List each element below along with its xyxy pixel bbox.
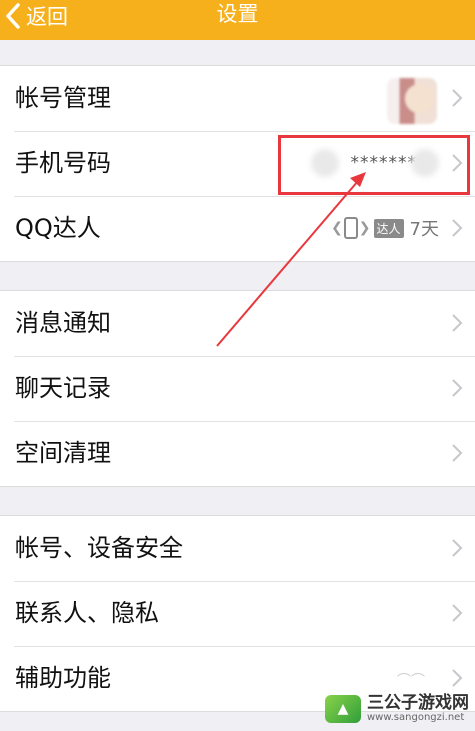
watermark-url: www.sangongzi.net	[367, 711, 465, 723]
watermark: ▲ 三公子游戏网 www.sangongzi.net	[325, 692, 469, 723]
annotation-arrow	[216, 172, 366, 347]
watermark-title: 三公子游戏网	[367, 692, 469, 713]
watermark-logo-icon: ▲	[325, 694, 361, 723]
